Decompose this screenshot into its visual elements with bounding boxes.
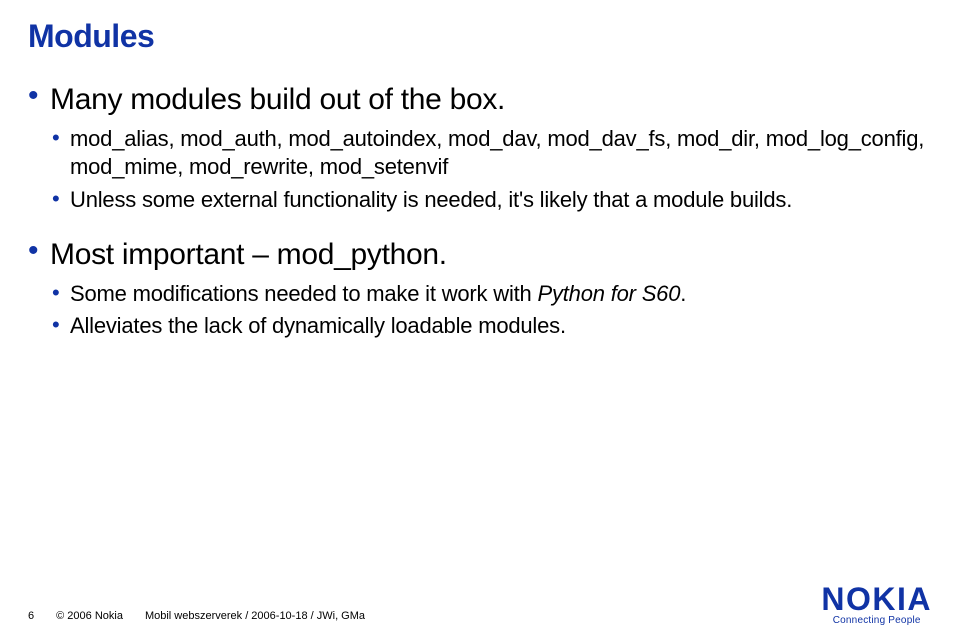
- copyright: © 2006 Nokia: [56, 610, 123, 622]
- sub-bullet-item: Alleviates the lack of dynamically loada…: [50, 312, 932, 341]
- sub-bullet-list: mod_alias, mod_auth, mod_autoindex, mod_…: [50, 125, 932, 215]
- sub-bullet-item: mod_alias, mod_auth, mod_autoindex, mod_…: [50, 125, 932, 182]
- text-span: .: [680, 281, 686, 306]
- sub-bullet-text: mod_alias, mod_auth, mod_autoindex, mod_…: [70, 125, 932, 182]
- slide: Modules Many modules build out of the bo…: [0, 0, 960, 640]
- bullet-item: Most important – mod_python. Some modifi…: [28, 236, 932, 341]
- sub-bullet-text: Some modifications needed to make it wor…: [70, 280, 932, 309]
- sub-bullet-list: Some modifications needed to make it wor…: [50, 280, 932, 341]
- bullet-text: Most important – mod_python.: [50, 236, 932, 274]
- logo-tagline: Connecting People: [821, 615, 932, 626]
- sub-bullet-text: Alleviates the lack of dynamically loada…: [70, 312, 932, 341]
- bullet-item: Many modules build out of the box. mod_a…: [28, 81, 932, 214]
- sub-bullet-item: Unless some external functionality is ne…: [50, 186, 932, 215]
- sub-bullet-item: Some modifications needed to make it wor…: [50, 280, 932, 309]
- italic-text: Python for S60: [538, 281, 681, 306]
- footer: 6 © 2006 Nokia Mobil webszerverek / 2006…: [28, 610, 365, 622]
- nokia-logo: NOKIA Connecting People: [821, 583, 932, 626]
- text-span: Some modifications needed to make it wor…: [70, 281, 538, 306]
- slide-title: Modules: [28, 18, 932, 55]
- bullet-text: Many modules build out of the box.: [50, 81, 932, 119]
- bullet-list: Many modules build out of the box. mod_a…: [28, 81, 932, 341]
- footer-path: Mobil webszerverek / 2006-10-18 / JWi, G…: [145, 610, 365, 622]
- page-number: 6: [28, 610, 34, 622]
- sub-bullet-text: Unless some external functionality is ne…: [70, 186, 932, 215]
- logo-wordmark: NOKIA: [821, 583, 932, 615]
- slide-body: Many modules build out of the box. mod_a…: [28, 81, 932, 341]
